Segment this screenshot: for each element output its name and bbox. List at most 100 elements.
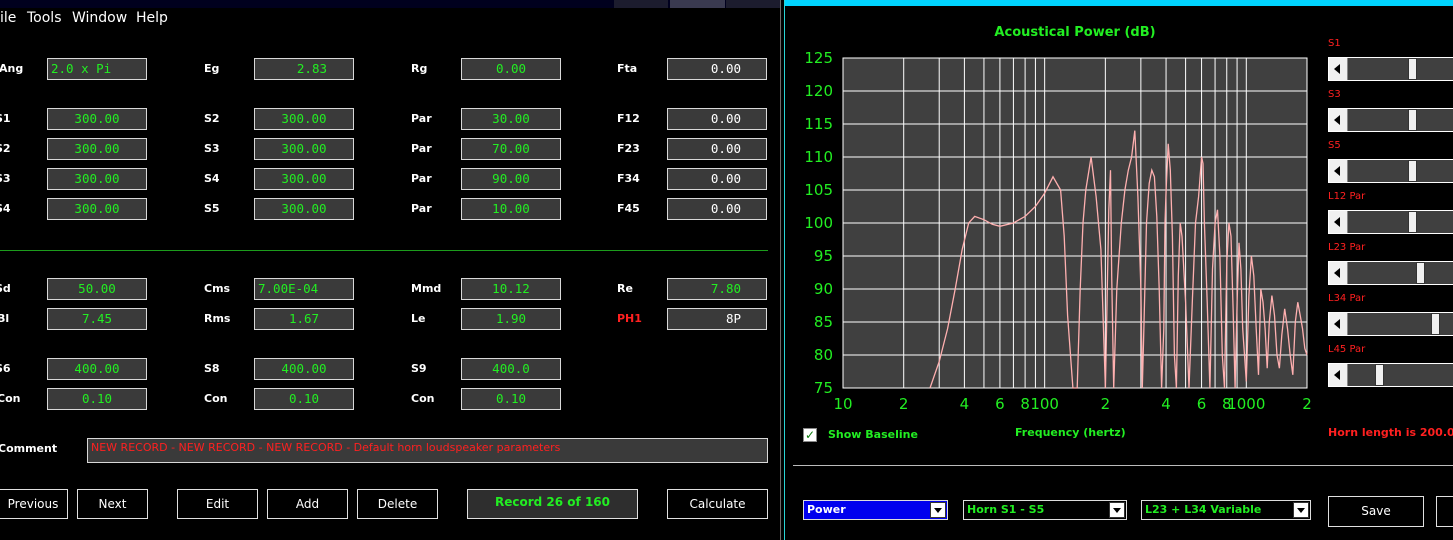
field-con-3[interactable]: 0.10 [461, 388, 561, 410]
label-ph1: PH1 [617, 312, 642, 325]
slider-thumb[interactable] [1416, 262, 1426, 284]
field-s8[interactable]: 400.00 [254, 358, 354, 380]
plot-type-value: Power [807, 503, 846, 516]
x-tick-label: 2 [1101, 395, 1111, 413]
label-sd: Sd [0, 282, 11, 295]
menu-window[interactable]: Window [72, 10, 127, 26]
field-s2-left[interactable]: 300.00 [47, 138, 147, 160]
slider-thumb[interactable] [1407, 109, 1417, 131]
x-tick-label: 100 [1030, 395, 1059, 413]
delete-button[interactable]: Delete [357, 489, 438, 519]
field-ph1[interactable]: 8P [667, 308, 767, 330]
field-bl[interactable]: 7.45 [47, 308, 147, 330]
parameter-slider[interactable] [1328, 363, 1453, 387]
field-par-2[interactable]: 70.00 [461, 138, 561, 160]
field-cms[interactable]: 7.00E-04 [254, 278, 354, 300]
plot-type-select[interactable]: Power [803, 500, 948, 520]
field-par-3[interactable]: 90.00 [461, 168, 561, 190]
horn-section-select[interactable]: Horn S1 - S5 [963, 500, 1127, 520]
menu-tools[interactable]: Tools [27, 10, 62, 26]
field-eg[interactable]: 2.83 [254, 58, 354, 80]
field-s4[interactable]: 300.00 [254, 168, 354, 190]
label-s3: S3 [204, 142, 220, 155]
label-s4-left: S4 [0, 202, 11, 215]
field-par-4[interactable]: 10.00 [461, 198, 561, 220]
field-con-2[interactable]: 0.10 [254, 388, 354, 410]
field-s3[interactable]: 300.00 [254, 138, 354, 160]
y-tick-label: 110 [804, 148, 833, 166]
show-baseline-checkbox[interactable]: ✓ [803, 428, 817, 442]
field-fta[interactable]: 0.00 [667, 58, 767, 80]
parameter-slider[interactable] [1328, 210, 1453, 234]
field-f45[interactable]: 0.00 [667, 198, 767, 220]
parameter-slider[interactable] [1328, 159, 1453, 183]
parameter-slider[interactable] [1328, 108, 1453, 132]
field-le[interactable]: 1.90 [461, 308, 561, 330]
field-s5[interactable]: 300.00 [254, 198, 354, 220]
record-counter: Record 26 of 160 [467, 489, 638, 519]
x-axis-ticks: 10 2 4 6 8 100 2 4 6 81000 2 [833, 395, 1311, 413]
add-button[interactable]: Add [267, 489, 348, 519]
window-title-bar[interactable] [0, 0, 780, 8]
edit-button[interactable]: Edit [177, 489, 258, 519]
slider-thumb[interactable] [1407, 58, 1417, 80]
chevron-left-icon[interactable] [1329, 160, 1348, 182]
parameter-slider[interactable] [1328, 312, 1453, 336]
y-tick-label: 125 [804, 49, 833, 67]
field-s3-left[interactable]: 300.00 [47, 168, 147, 190]
field-f23[interactable]: 0.00 [667, 138, 767, 160]
slider-thumb[interactable] [1374, 364, 1384, 386]
show-baseline-label[interactable]: Show Baseline [828, 428, 918, 441]
parameter-slider[interactable] [1328, 57, 1453, 81]
chevron-left-icon[interactable] [1329, 313, 1348, 335]
field-con-1[interactable]: 0.10 [47, 388, 147, 410]
slider-label: L12 Par [1328, 191, 1366, 202]
chevron-left-icon[interactable] [1329, 58, 1348, 80]
chevron-left-icon[interactable] [1329, 109, 1348, 131]
field-f12[interactable]: 0.00 [667, 108, 767, 130]
menu-help[interactable]: Help [136, 10, 168, 26]
chevron-down-icon[interactable] [1293, 502, 1309, 518]
variable-select[interactable]: L23 + L34 Variable [1141, 500, 1311, 520]
chevron-left-icon[interactable] [1329, 364, 1348, 386]
field-s4-left[interactable]: 300.00 [47, 198, 147, 220]
label-f23: F23 [617, 142, 640, 155]
label-s9: S9 [411, 362, 427, 375]
chevron-down-icon[interactable] [930, 502, 946, 518]
label-ang: Ang [0, 62, 24, 75]
field-s1[interactable]: 300.00 [47, 108, 147, 130]
slider-thumb[interactable] [1407, 160, 1417, 182]
field-mmd[interactable]: 10.12 [461, 278, 561, 300]
field-s9[interactable]: 400.0 [461, 358, 561, 380]
y-tick-label: 115 [804, 115, 833, 133]
field-re[interactable]: 7.80 [667, 278, 767, 300]
field-par-1[interactable]: 30.00 [461, 108, 561, 130]
slider-label: S5 [1328, 140, 1341, 151]
chart-title: Acoustical Power (dB) [994, 25, 1156, 40]
field-s2[interactable]: 300.00 [254, 108, 354, 130]
previous-button[interactable]: Previous [0, 489, 68, 519]
comment-field[interactable]: NEW RECORD - NEW RECORD - NEW RECORD - D… [87, 438, 768, 463]
parameter-slider[interactable] [1328, 261, 1453, 285]
y-tick-label: 80 [814, 346, 833, 364]
field-f34[interactable]: 0.00 [667, 168, 767, 190]
chevron-down-icon[interactable] [1109, 502, 1125, 518]
field-ang[interactable]: 2.0 x Pi [47, 58, 147, 80]
chevron-left-icon[interactable] [1329, 262, 1348, 284]
save-button[interactable]: Save [1328, 496, 1424, 527]
field-s6[interactable]: 400.00 [47, 358, 147, 380]
menu-file[interactable]: ile [0, 10, 16, 26]
clipped-button[interactable] [1436, 496, 1453, 527]
slider-thumb[interactable] [1407, 211, 1417, 233]
field-sd[interactable]: 50.00 [47, 278, 147, 300]
title-bar-segment [670, 0, 725, 8]
label-s3-left: S3 [0, 172, 11, 185]
field-rms[interactable]: 1.67 [254, 308, 354, 330]
label-f45: F45 [617, 202, 640, 215]
chevron-left-icon[interactable] [1329, 211, 1348, 233]
field-rg[interactable]: 0.00 [461, 58, 561, 80]
slider-thumb[interactable] [1430, 313, 1440, 335]
label-con: Con [0, 392, 21, 405]
calculate-button[interactable]: Calculate [667, 489, 768, 519]
next-button[interactable]: Next [77, 489, 148, 519]
